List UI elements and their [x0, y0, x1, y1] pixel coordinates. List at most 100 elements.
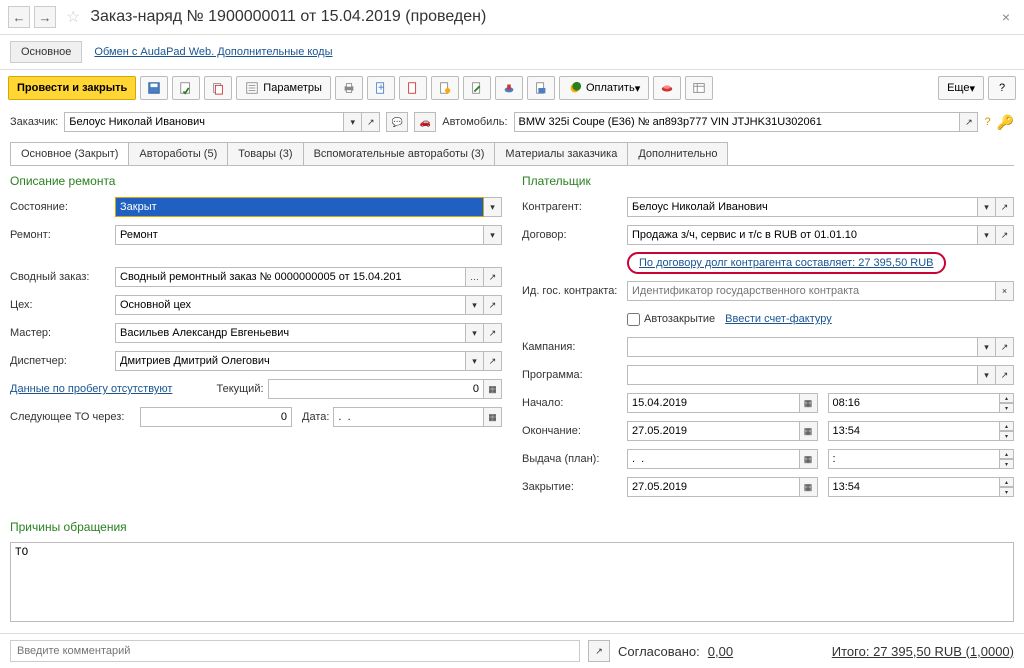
auto-open[interactable]: ↗	[960, 112, 978, 132]
nav-back[interactable]: ←	[8, 6, 30, 28]
state-input[interactable]	[115, 197, 484, 217]
autoclose-check[interactable]	[627, 313, 640, 326]
save-button[interactable]	[140, 76, 168, 100]
copy-button[interactable]	[204, 76, 232, 100]
issue-date[interactable]	[627, 449, 800, 469]
tab-main[interactable]: Основное (Закрыт)	[10, 142, 129, 165]
campaign-open[interactable]: ↗	[996, 337, 1014, 357]
comment-input[interactable]	[10, 640, 580, 662]
tb-icon-4[interactable]	[463, 76, 491, 100]
dispatcher-open[interactable]: ↗	[484, 351, 502, 371]
cp-open[interactable]: ↗	[996, 197, 1014, 217]
tb-icon-3[interactable]	[431, 76, 459, 100]
end-up[interactable]: ▴	[1000, 421, 1014, 431]
customer-car-icon[interactable]: 🚗	[414, 112, 436, 132]
start-time[interactable]	[828, 393, 1001, 413]
help-button[interactable]: ?	[988, 76, 1016, 100]
tb-icon-2[interactable]	[399, 76, 427, 100]
shop-dd[interactable]: ▾	[466, 295, 484, 315]
campaign-input[interactable]	[627, 337, 978, 357]
end-date[interactable]	[627, 421, 800, 441]
shop-open[interactable]: ↗	[484, 295, 502, 315]
tb-icon-5[interactable]	[495, 76, 523, 100]
cp-input[interactable]	[627, 197, 978, 217]
post-button[interactable]	[172, 76, 200, 100]
key-icon[interactable]: 🔑	[997, 114, 1014, 131]
issue-cal[interactable]: ▦	[800, 449, 818, 469]
gov-clear[interactable]: ×	[996, 281, 1014, 301]
end-dn[interactable]: ▾	[1000, 431, 1014, 441]
close-cal[interactable]: ▦	[800, 477, 818, 497]
contract-dd[interactable]: ▾	[978, 225, 996, 245]
summary-input[interactable]	[115, 267, 466, 287]
start-cal[interactable]: ▦	[800, 393, 818, 413]
end-cal[interactable]: ▦	[800, 421, 818, 441]
params-button[interactable]: Параметры	[236, 76, 331, 100]
tb-icon-6[interactable]	[527, 76, 555, 100]
mileage-link[interactable]: Данные по пробегу отсутствуют	[10, 383, 216, 395]
start-up[interactable]: ▴	[1000, 393, 1014, 403]
program-input[interactable]	[627, 365, 978, 385]
state-dd[interactable]: ▾	[484, 197, 502, 217]
campaign-dd[interactable]: ▾	[978, 337, 996, 357]
master-input[interactable]	[115, 323, 466, 343]
customer-input[interactable]	[64, 112, 344, 132]
gov-input[interactable]	[627, 281, 996, 301]
favorite-star-icon[interactable]: ☆	[66, 7, 80, 27]
current-cal[interactable]: ▦	[484, 379, 502, 399]
master-open[interactable]: ↗	[484, 323, 502, 343]
customer-dropdown[interactable]: ▾	[344, 112, 362, 132]
close-date[interactable]	[627, 477, 800, 497]
close-dn[interactable]: ▾	[1000, 487, 1014, 497]
tab-goods[interactable]: Товары (3)	[227, 142, 303, 165]
tab-additional[interactable]: Дополнительно	[627, 142, 728, 165]
cp-dd[interactable]: ▾	[978, 197, 996, 217]
contract-open[interactable]: ↗	[996, 225, 1014, 245]
save-close-button[interactable]: Провести и закрыть	[8, 76, 136, 100]
invoice-link[interactable]: Ввести счет-фактуру	[725, 313, 832, 325]
reasons-textarea[interactable]	[10, 542, 1014, 622]
pay-button[interactable]: Оплатить ▾	[559, 76, 649, 100]
start-date[interactable]	[627, 393, 800, 413]
close-up[interactable]: ▴	[1000, 477, 1014, 487]
customer-open[interactable]: ↗	[362, 112, 380, 132]
issue-time[interactable]	[828, 449, 1001, 469]
start-dn[interactable]: ▾	[1000, 403, 1014, 413]
repair-dd[interactable]: ▾	[484, 225, 502, 245]
customer-info-icon[interactable]: 💬	[386, 112, 408, 132]
program-open[interactable]: ↗	[996, 365, 1014, 385]
tab-works[interactable]: Авторaботы (5)	[128, 142, 228, 165]
comment-open[interactable]: ↗	[588, 640, 610, 662]
dispatcher-dd[interactable]: ▾	[466, 351, 484, 371]
date-input[interactable]	[333, 407, 484, 427]
shop-input[interactable]	[115, 295, 466, 315]
repair-input[interactable]	[115, 225, 484, 245]
close-time[interactable]	[828, 477, 1001, 497]
main-tab-osnovnoe[interactable]: Основное	[10, 41, 82, 63]
program-dd[interactable]: ▾	[978, 365, 996, 385]
tab-materials[interactable]: Материалы заказчика	[494, 142, 628, 165]
contract-input[interactable]	[627, 225, 978, 245]
tab-auxworks[interactable]: Вспомогательные авторaботы (3)	[303, 142, 496, 165]
summary-open[interactable]: ↗	[484, 267, 502, 287]
debt-link[interactable]: По договору долг контрагента составляет:…	[627, 252, 946, 274]
help-tip-icon[interactable]: ?	[984, 116, 990, 128]
tb-icon-7[interactable]	[653, 76, 681, 100]
issue-dn[interactable]: ▾	[1000, 459, 1014, 469]
auto-input[interactable]	[514, 112, 961, 132]
nextto-input[interactable]	[140, 407, 292, 427]
print-button[interactable]	[335, 76, 363, 100]
summary-more[interactable]: …	[466, 267, 484, 287]
issue-up[interactable]: ▴	[1000, 449, 1014, 459]
audapad-link[interactable]: Обмен с AudaPad Web. Дополнительные коды	[94, 46, 332, 58]
more-button[interactable]: Еще ▾	[938, 76, 984, 100]
nav-forward[interactable]: →	[34, 6, 56, 28]
master-dd[interactable]: ▾	[466, 323, 484, 343]
tb-icon-8[interactable]	[685, 76, 713, 100]
date-cal[interactable]: ▦	[484, 407, 502, 427]
dispatcher-input[interactable]	[115, 351, 466, 371]
close-icon[interactable]: ×	[996, 9, 1016, 25]
current-input[interactable]	[268, 379, 484, 399]
end-time[interactable]	[828, 421, 1001, 441]
tb-icon-1[interactable]	[367, 76, 395, 100]
